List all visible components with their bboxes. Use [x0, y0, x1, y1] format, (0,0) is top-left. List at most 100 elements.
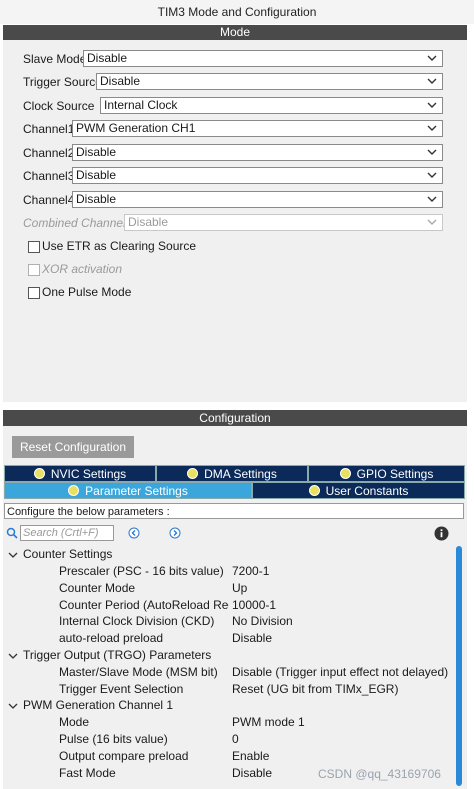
- mode-header: Mode: [3, 25, 467, 40]
- param-name: Mode: [59, 715, 90, 729]
- tab-dma-settings[interactable]: DMA Settings: [156, 465, 308, 482]
- tab-parameter-label: Parameter Settings: [85, 484, 188, 498]
- param-value[interactable]: Disable: [232, 765, 272, 782]
- param-name: Master/Slave Mode (MSM bit): [59, 665, 218, 679]
- param-value[interactable]: No Division: [232, 613, 293, 630]
- channel4-label: Channel4: [23, 193, 75, 207]
- channel1-select[interactable]: PWM Generation CH1: [72, 120, 443, 137]
- param-value[interactable]: Up: [232, 580, 247, 597]
- param-name: Fast Mode: [59, 766, 116, 780]
- tab-nvic-label: NVIC Settings: [50, 467, 127, 481]
- tab-dma-label: DMA Settings: [204, 467, 277, 481]
- trigger-source-select[interactable]: Disable: [96, 73, 443, 90]
- channel2-label: Channel2: [23, 146, 75, 160]
- param-value[interactable]: Disable (Trigger input effect not delaye…: [232, 664, 448, 681]
- reset-configuration-button[interactable]: Reset Configuration: [12, 436, 134, 458]
- vertical-scrollbar[interactable]: [456, 546, 462, 786]
- param-value[interactable]: 7200-1: [232, 563, 269, 580]
- window-title: TIM3 Mode and Configuration: [0, 0, 474, 24]
- trigger-source-value: Disable: [100, 74, 141, 88]
- channel2-select[interactable]: Disable: [72, 144, 443, 161]
- channel3-select[interactable]: Disable: [72, 167, 443, 184]
- chevron-down-icon: [427, 125, 437, 131]
- channel3-label: Channel3: [23, 169, 75, 183]
- param-name: Prescaler (PSC - 16 bits value): [59, 564, 224, 578]
- status-dot-icon: [339, 468, 351, 479]
- slave-mode-label: Slave Mode: [23, 52, 87, 66]
- use-etr-label: Use ETR as Clearing Source: [42, 239, 197, 253]
- chevron-down-icon: [427, 102, 437, 108]
- expand-chevron-icon[interactable]: [8, 701, 18, 711]
- channel1-row: Channel1 PWM Generation CH1: [23, 120, 443, 138]
- channel4-row: Channel4 Disable: [23, 191, 443, 209]
- use-etr-checkbox[interactable]: Use ETR as Clearing Source: [28, 239, 228, 254]
- group-pwm-channel1[interactable]: PWM Generation Channel 1: [23, 697, 173, 714]
- channel3-value: Disable: [76, 168, 117, 182]
- status-dot-icon: [308, 485, 320, 496]
- combined-channels-row: Combined Channels Disable: [23, 214, 443, 232]
- left-arrow-icon[interactable]: [128, 527, 140, 539]
- status-dot-icon: [187, 468, 199, 479]
- param-name: Pulse (16 bits value): [59, 732, 168, 746]
- checkbox-box[interactable]: [28, 264, 40, 276]
- channel2-value: Disable: [76, 145, 117, 159]
- configuration-header: Configuration: [3, 410, 467, 426]
- channel1-label: Channel1: [23, 122, 75, 136]
- trigger-source-row: Trigger Source Disable: [23, 73, 443, 91]
- one-pulse-mode-checkbox[interactable]: One Pulse Mode: [28, 285, 228, 300]
- right-arrow-icon[interactable]: [169, 527, 181, 539]
- channel4-select[interactable]: Disable: [72, 191, 443, 208]
- chevron-down-icon: [427, 219, 437, 225]
- tab-gpio-settings[interactable]: GPIO Settings: [308, 465, 465, 482]
- param-name: Counter Mode: [59, 581, 136, 595]
- slave-mode-value: Disable: [87, 51, 128, 65]
- param-name: auto-reload preload: [59, 631, 164, 645]
- group-counter-settings[interactable]: Counter Settings: [23, 546, 112, 563]
- search-icon: [6, 527, 18, 539]
- tab-user-constants-label: User Constants: [325, 484, 409, 498]
- chevron-down-icon: [427, 172, 437, 178]
- param-value[interactable]: Enable: [232, 748, 269, 765]
- clock-source-select[interactable]: Internal Clock: [100, 97, 443, 114]
- param-name: Internal Clock Division (CKD): [59, 614, 215, 628]
- tab-parameter-settings[interactable]: Parameter Settings: [4, 482, 252, 499]
- combined-channels-value: Disable: [128, 215, 169, 229]
- param-name: Output compare preload: [59, 749, 189, 763]
- expand-chevron-icon[interactable]: [8, 550, 18, 560]
- expand-chevron-icon[interactable]: [8, 651, 18, 661]
- watermark: CSDN @qq_43169706: [318, 767, 441, 781]
- search-input[interactable]: Search (Crtl+F): [20, 525, 114, 541]
- tab-gpio-label: GPIO Settings: [356, 467, 434, 481]
- xor-activation-label: XOR activation: [42, 262, 123, 276]
- info-icon[interactable]: [434, 526, 449, 541]
- param-name: Trigger Event Selection: [59, 682, 184, 696]
- param-value[interactable]: PWM mode 1: [232, 714, 305, 731]
- slave-mode-row: Slave Mode Disable: [23, 50, 443, 68]
- group-trigger-output[interactable]: Trigger Output (TRGO) Parameters: [23, 647, 211, 664]
- one-pulse-mode-label: One Pulse Mode: [42, 285, 132, 299]
- combined-channels-select[interactable]: Disable: [124, 214, 443, 231]
- chevron-down-icon: [427, 149, 437, 155]
- param-value[interactable]: 10000-1: [232, 597, 276, 614]
- channel2-row: Channel2 Disable: [23, 144, 443, 162]
- tab-nvic-settings[interactable]: NVIC Settings: [4, 465, 156, 482]
- clock-source-value: Internal Clock: [104, 98, 178, 112]
- param-value[interactable]: Disable: [232, 630, 272, 647]
- param-value[interactable]: 0: [232, 731, 239, 748]
- tab-user-constants[interactable]: User Constants: [252, 482, 465, 499]
- param-name: Counter Period (AutoReload Regi...: [59, 598, 229, 612]
- combined-channels-label: Combined Channels: [23, 216, 132, 230]
- trigger-source-label: Trigger Source: [23, 75, 102, 89]
- slave-mode-select[interactable]: Disable: [83, 50, 443, 67]
- chevron-down-icon: [427, 196, 437, 202]
- param-value[interactable]: Reset (UG bit from TIMx_EGR): [232, 681, 398, 698]
- channel4-value: Disable: [76, 192, 117, 206]
- xor-activation-checkbox[interactable]: XOR activation: [28, 262, 228, 277]
- clock-source-row: Clock Source Internal Clock: [23, 97, 443, 115]
- configure-hint: Configure the below parameters :: [4, 503, 464, 519]
- checkbox-box[interactable]: [28, 241, 40, 253]
- clock-source-label: Clock Source: [23, 99, 95, 113]
- channel3-row: Channel3 Disable: [23, 167, 443, 185]
- status-dot-icon: [33, 468, 45, 479]
- checkbox-box[interactable]: [28, 287, 40, 299]
